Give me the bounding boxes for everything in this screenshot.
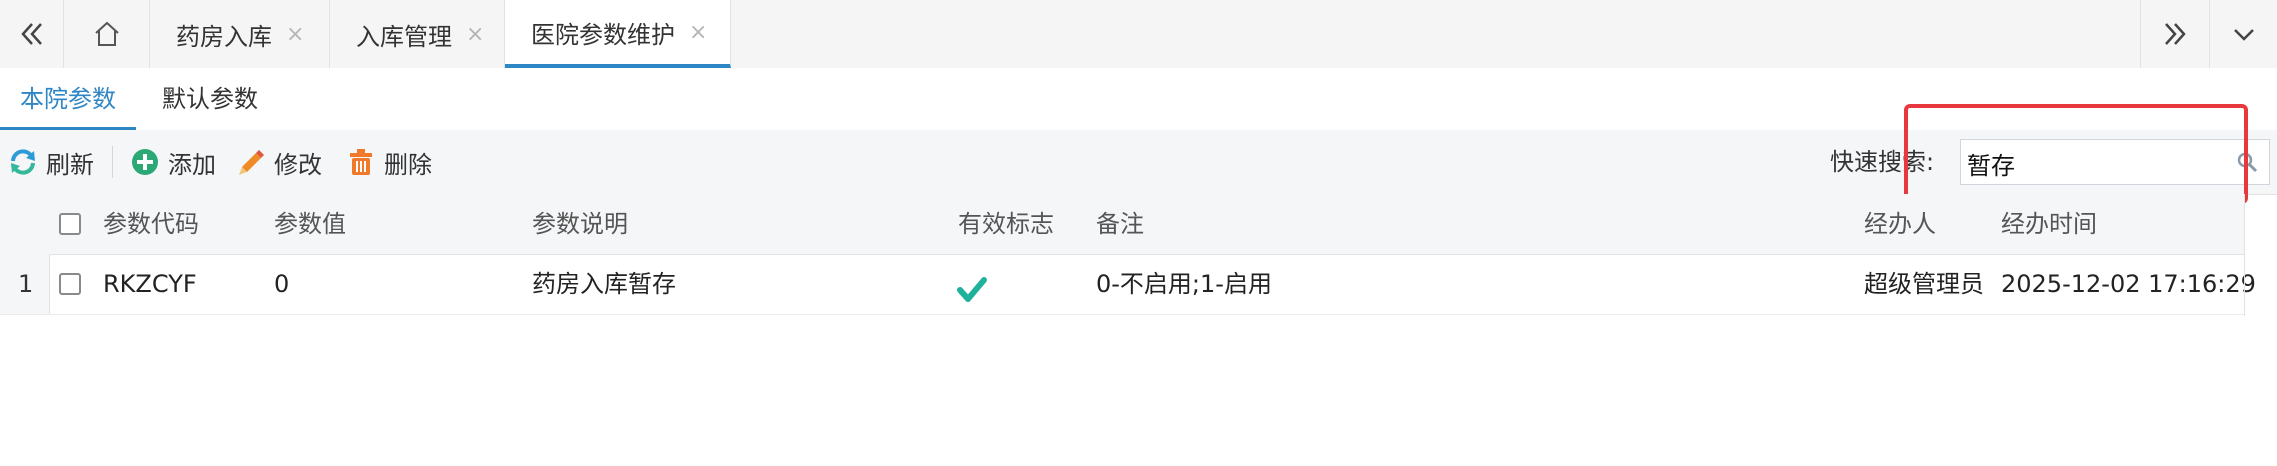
home-icon — [94, 21, 119, 46]
edit-label: 修改 — [274, 150, 322, 179]
close-icon[interactable]: × — [286, 22, 304, 47]
col-handler[interactable]: 经办人 — [1864, 194, 1936, 254]
grid-header: 参数代码 参数值 参数说明 有效标志 备注 经办人 经办时间 — [0, 194, 2244, 255]
param-description-cell: 药房入库暂存 — [532, 270, 676, 298]
checkmark-icon — [957, 277, 987, 302]
handle-time-cell: 2025-12-02 17:16:29 — [2001, 270, 2256, 298]
search-highlight-box — [1904, 104, 2248, 204]
add-icon — [132, 149, 158, 175]
col-param-description[interactable]: 参数说明 — [532, 194, 628, 254]
add-label: 添加 — [168, 150, 216, 179]
tab-default-params[interactable]: 默认参数 — [162, 68, 258, 130]
tab-menu-button[interactable] — [2210, 0, 2277, 68]
refresh-icon — [11, 149, 35, 175]
scroll-tabs-left-button[interactable] — [0, 0, 64, 68]
row-number: 1 — [0, 254, 50, 314]
tab-hospital-params-local[interactable]: 本院参数 — [0, 68, 136, 130]
col-remark[interactable]: 备注 — [1096, 194, 1144, 254]
handler-cell: 超级管理员 — [1864, 270, 1984, 298]
scroll-tabs-right-button[interactable] — [2140, 0, 2210, 68]
tab-label: 入库管理 — [356, 22, 452, 51]
remark-cell: 0-不启用;1-启用 — [1096, 270, 1272, 298]
add-button[interactable]: 添加 — [130, 130, 216, 194]
trash-icon — [350, 149, 372, 175]
tab-hospital-params[interactable]: 医院参数维护 × — [505, 0, 731, 68]
row-checkbox[interactable] — [59, 273, 81, 295]
grid-right-border — [2244, 194, 2245, 316]
delete-label: 删除 — [384, 150, 432, 179]
pencil-icon — [239, 150, 264, 175]
table-row[interactable]: 1 RKZCYF 0 药房入库暂存 0-不启用;1-启用 超级管理员 2025-… — [0, 254, 2256, 315]
double-chevron-left-icon — [20, 23, 42, 45]
tab-pharmacy-inbound[interactable]: 药房入库 × — [150, 0, 330, 68]
close-icon[interactable]: × — [689, 20, 707, 45]
tab-inbound-management[interactable]: 入库管理 × — [330, 0, 505, 68]
col-param-value[interactable]: 参数值 — [274, 194, 346, 254]
col-valid-flag[interactable]: 有效标志 — [958, 194, 1054, 254]
col-param-code[interactable]: 参数代码 — [103, 194, 199, 254]
delete-button[interactable]: 删除 — [346, 130, 432, 194]
tab-bar: 药房入库 × 入库管理 × 医院参数维护 × — [0, 0, 2277, 69]
refresh-button[interactable]: 刷新 — [8, 130, 94, 194]
refresh-label: 刷新 — [46, 150, 94, 179]
double-chevron-right-icon — [2165, 23, 2186, 45]
toolbar-divider — [112, 146, 113, 178]
tab-label: 医院参数维护 — [531, 20, 675, 49]
tab-label: 药房入库 — [176, 22, 272, 51]
close-icon[interactable]: × — [466, 22, 484, 47]
col-handle-time[interactable]: 经办时间 — [2001, 194, 2097, 254]
home-tab[interactable] — [64, 0, 150, 68]
edit-button[interactable]: 修改 — [236, 130, 322, 194]
valid-flag-cell — [956, 268, 988, 302]
chevron-down-icon — [2233, 29, 2254, 41]
param-code-cell: RKZCYF — [103, 270, 197, 298]
param-value-cell: 0 — [274, 270, 290, 298]
select-all-checkbox[interactable] — [59, 213, 81, 235]
